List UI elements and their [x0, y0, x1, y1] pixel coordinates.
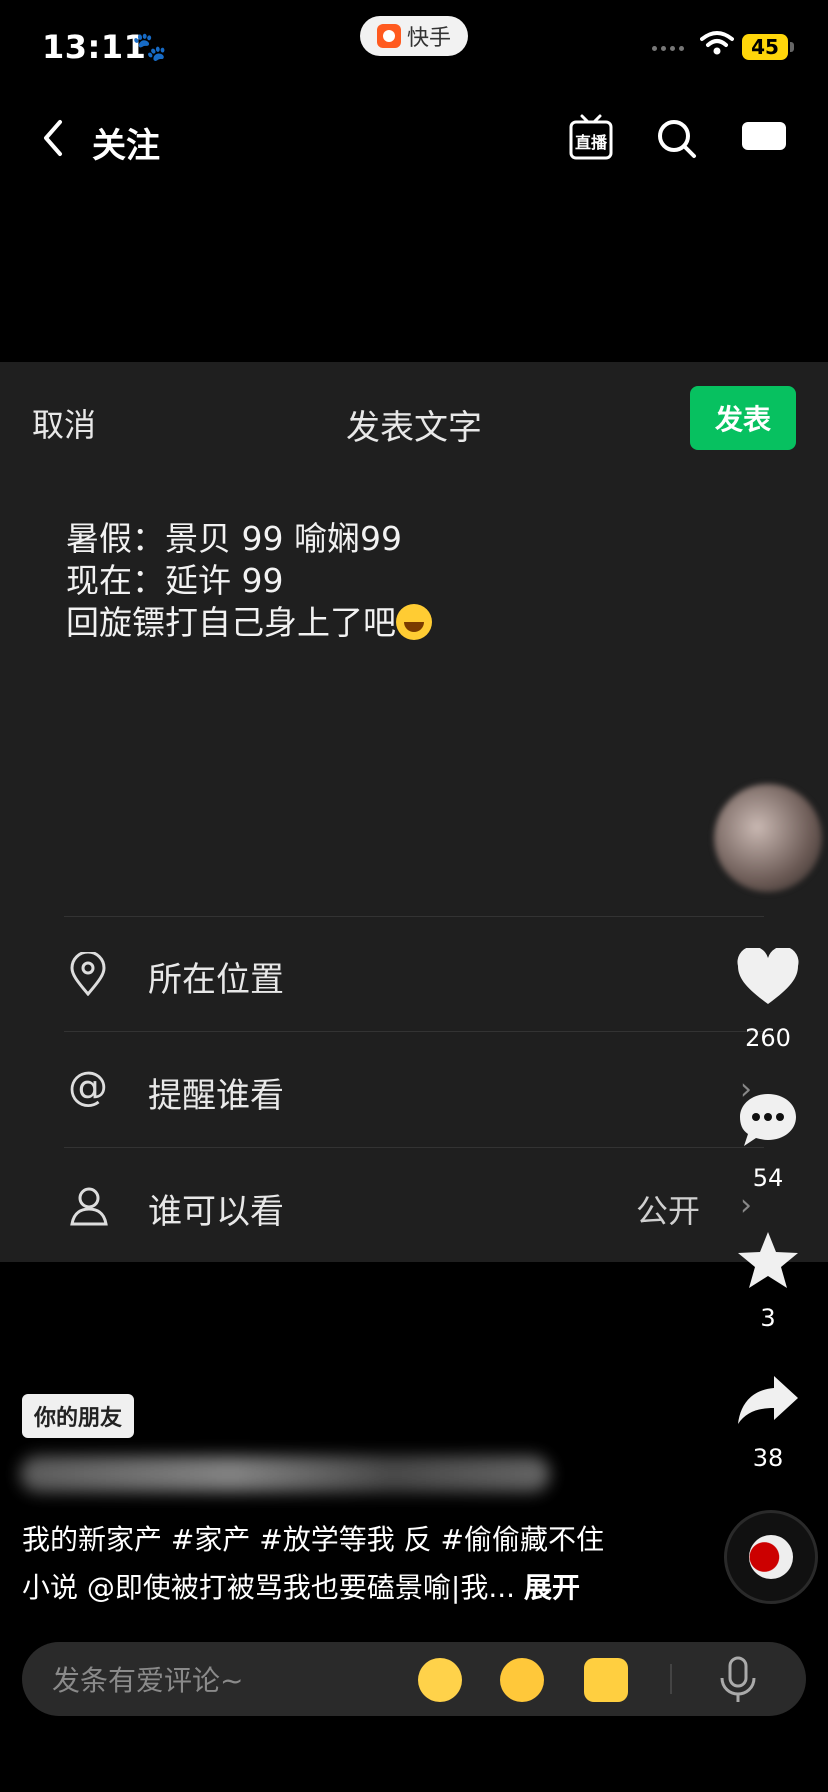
svg-text:直播: 直播 [575, 133, 608, 152]
divider [64, 1031, 764, 1032]
camera-icon[interactable] [740, 118, 788, 156]
app-return-pill[interactable]: 快手 [360, 16, 468, 56]
comment-bubble-icon[interactable] [736, 1090, 800, 1154]
microphone-icon[interactable] [716, 1656, 760, 1708]
compose-sheet [0, 362, 828, 1262]
comment-count: 54 [752, 1164, 784, 1192]
author-name-blurred[interactable] [20, 1456, 550, 1492]
like-count: 260 [745, 1024, 791, 1052]
chevron-right-icon: › [740, 1188, 752, 1223]
wifi-icon [700, 30, 734, 60]
search-icon[interactable] [656, 118, 698, 164]
divider [64, 916, 764, 917]
option-mention[interactable]: 提醒谁看 [148, 1068, 284, 1117]
share-arrow-icon[interactable] [736, 1372, 800, 1432]
visibility-value: 公开 [636, 1192, 701, 1230]
post-line-2: 现在：延许 99 [66, 561, 284, 600]
friend-tag: 你的朋友 [22, 1394, 135, 1438]
favorite-star-icon[interactable] [736, 1230, 800, 1294]
cancel-button[interactable]: 取消 [32, 400, 96, 446]
crying-emoji-icon[interactable] [584, 1658, 628, 1702]
publish-button[interactable]: 发表 [690, 386, 796, 450]
option-visibility[interactable]: 谁可以看 [148, 1184, 284, 1233]
sweat-emoji-icon[interactable] [418, 1658, 462, 1702]
battery-indicator: 45 [742, 34, 788, 60]
post-line-3-wrap: 回旋镖打自己身上了吧 [66, 602, 432, 644]
share-count: 38 [752, 1444, 784, 1472]
smug-emoji-icon[interactable] [500, 1658, 544, 1702]
laughing-emoji-icon [396, 604, 432, 640]
caption-line-2: 小说 @即使被打被骂我也要磕景喻|我... [22, 1571, 524, 1604]
kuaishou-logo-icon [376, 24, 401, 48]
favorite-count: 3 [760, 1304, 776, 1332]
like-heart-icon[interactable] [736, 946, 800, 1010]
person-icon [68, 1184, 110, 1230]
cellular-signal-icon [652, 46, 684, 51]
post-line-1: 暑假：景贝 99 喻娴99 [66, 519, 402, 558]
author-avatar[interactable] [714, 784, 822, 892]
live-tv-icon[interactable]: 直播 [568, 112, 614, 168]
divider [64, 1147, 764, 1148]
option-location[interactable]: 所在位置 [148, 952, 284, 1001]
back-button[interactable] [40, 118, 66, 162]
nav-title-following[interactable]: 关注 [92, 118, 160, 167]
post-line-3: 回旋镖打自己身上了吧 [66, 603, 396, 642]
battery-tip [790, 42, 794, 52]
post-caption[interactable]: 我的新家产 #家产 #放学等我 反 #偷偷藏不住 小说 @即使被打被骂我也要磕景… [22, 1516, 632, 1612]
status-time: 13:11 [42, 28, 147, 66]
post-text-area[interactable]: 暑假：景贝 99 喻娴99 现在：延许 99 回旋镖打自己身上了吧 [66, 518, 432, 644]
location-pin-icon [68, 950, 108, 1000]
expand-link[interactable]: 展开 [524, 1571, 580, 1604]
caption-line-2-wrap: 小说 @即使被打被骂我也要磕景喻|我... 展开 [22, 1564, 632, 1612]
caption-line-1: 我的新家产 #家产 #放学等我 反 #偷偷藏不住 [22, 1523, 604, 1556]
paw-icon: 🐾 [132, 30, 167, 63]
at-icon: @ [68, 1064, 108, 1110]
comment-input[interactable] [52, 1660, 382, 1700]
divider [670, 1664, 672, 1694]
music-disc-icon[interactable] [724, 1510, 818, 1604]
app-name: 快手 [406, 26, 451, 51]
